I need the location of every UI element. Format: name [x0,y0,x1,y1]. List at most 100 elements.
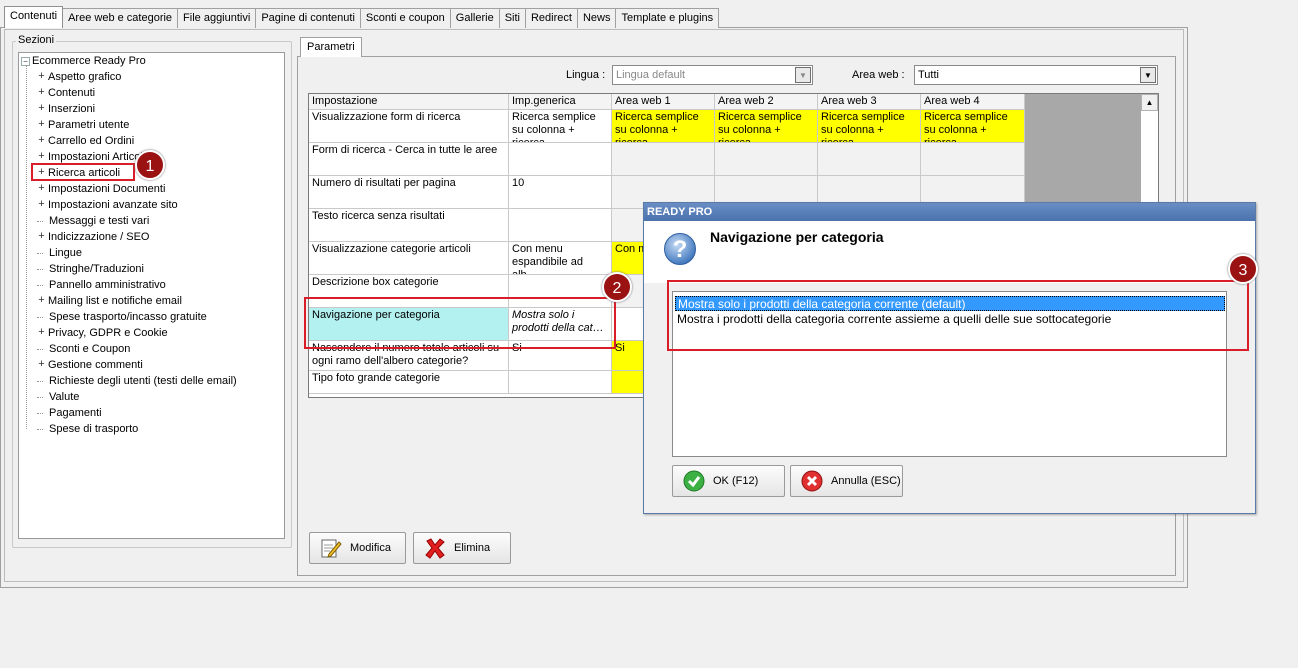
chevron-down-icon[interactable]: ▼ [1140,67,1156,83]
tree-item-label: Aspetto grafico [48,71,122,83]
setting-value-cell[interactable] [818,143,921,176]
ok-label: OK (F12) [713,475,759,487]
expand-icon[interactable]: + [37,102,46,114]
tree-item-label: Impostazioni Documenti [48,183,166,195]
setting-value-cell[interactable] [509,209,612,242]
expand-icon[interactable]: + [37,326,46,338]
setting-value-cell[interactable] [612,143,715,176]
expand-icon[interactable]: + [37,118,46,130]
tree-item[interactable]: + Privacy, GDPR e Cookie [37,325,167,341]
area-web-label: Area web : [852,69,905,81]
setting-value-cell[interactable] [509,143,612,176]
area-web-value: Tutti [918,69,939,81]
setting-name-cell[interactable]: Numero di risultati per pagina [309,176,509,209]
tree-item[interactable]: + Aspetto grafico [37,69,121,85]
setting-name-cell[interactable]: Tipo foto grande categorie [309,371,509,394]
cancel-icon [801,470,823,492]
tree-root[interactable]: − Ecommerce Ready Pro [21,53,146,69]
lingua-select[interactable]: Lingua default ▼ [612,65,813,85]
tree-item[interactable]: + Gestione commenti [37,357,142,373]
tree-item[interactable]: + Parametri utente [37,117,129,133]
expand-icon[interactable]: + [37,230,46,242]
tree-connector [37,396,43,398]
chevron-down-icon[interactable]: ▼ [795,67,811,83]
tab-contenuti[interactable]: Contenuti [4,6,64,28]
cancel-button[interactable]: Annulla (ESC) [790,465,903,497]
column-header: Area web 3 [818,94,921,110]
setting-value-cell[interactable] [509,371,612,394]
tab-template-e-plugins[interactable]: Template e plugins [615,8,720,28]
tree-item-label: Indicizzazione / SEO [48,231,150,243]
tree-item-label: Sconti e Coupon [49,343,131,355]
expand-icon[interactable]: + [37,70,46,82]
expand-icon[interactable]: + [37,294,46,306]
tree-item-label: Spese di trasporto [49,423,139,435]
tree-item-label: Richieste degli utenti (testi delle emai… [49,375,237,387]
area-web-select[interactable]: Tutti ▼ [914,65,1158,85]
annotation-box-2 [304,297,616,349]
setting-value-cell[interactable]: Ricerca semplice su colonna + ricerca… [715,110,818,143]
tree-item-label: Messaggi e testi vari [49,215,150,227]
modifica-button[interactable]: Modifica [309,532,406,564]
tree-item[interactable]: + Impostazioni avanzate sito [37,197,178,213]
setting-value-cell[interactable]: Ricerca semplice su colonna + ricerca… [818,110,921,143]
sections-legend: Sezioni [16,34,57,46]
navigazione-dialog: READY PRO ? Navigazione per categoria Mo… [643,202,1256,514]
tree-item[interactable]: Spese di trasporto [37,421,138,437]
tree-item[interactable]: Spese trasporto/incasso gratuite [37,309,207,325]
setting-value-cell[interactable] [715,143,818,176]
tab-gallerie[interactable]: Gallerie [449,8,500,28]
tree-item[interactable]: Messaggi e testi vari [37,213,149,229]
tree-item[interactable]: Pannello amministrativo [37,277,166,293]
edit-icon [320,537,342,559]
tree-item[interactable]: Richieste degli utenti (testi delle emai… [37,373,237,389]
tab-sconti-e-coupon[interactable]: Sconti e coupon [359,8,451,28]
expand-icon[interactable]: + [37,358,46,370]
setting-name-cell[interactable]: Form di ricerca - Cerca in tutte le aree [309,143,509,176]
modifica-label: Modifica [350,542,391,554]
tree-connector [26,65,27,429]
sections-tree[interactable]: − Ecommerce Ready Pro + Aspetto grafico + Con… [18,52,285,539]
tree-item[interactable]: + Inserzioni [37,101,95,117]
scroll-up-arrow-icon[interactable]: ▲ [1141,94,1158,111]
tree-item[interactable]: + Contenuti [37,85,95,101]
tree-item[interactable]: Valute [37,389,79,405]
tab-pagine-di-contenuti[interactable]: Pagine di contenuti [255,8,361,28]
tree-item[interactable]: + Carrello ed Ordini [37,133,134,149]
setting-name-cell[interactable]: Visualizzazione categorie articoli [309,242,509,275]
setting-value-cell[interactable]: 10 [509,176,612,209]
tree-item-label: Lingue [49,247,83,259]
tree-item[interactable]: Pagamenti [37,405,102,421]
ok-button[interactable]: OK (F12) [672,465,785,497]
elimina-button[interactable]: Elimina [413,532,511,564]
tree-item[interactable]: Sconti e Coupon [37,341,130,357]
expand-icon[interactable]: + [37,198,46,210]
tree-item[interactable]: + Indicizzazione / SEO [37,229,150,245]
tab-redirect[interactable]: Redirect [524,8,578,28]
check-icon [683,470,705,492]
tab-parametri[interactable]: Parametri [300,37,362,57]
expand-icon[interactable]: + [37,182,46,194]
tab-aree-web-e-categorie[interactable]: Aree web e categorie [62,8,179,28]
expand-icon[interactable]: + [37,86,46,98]
column-header: Imp.generica [509,94,612,110]
tree-item[interactable]: Stringhe/Traduzioni [37,261,144,277]
expand-icon[interactable]: + [37,134,46,146]
tree-item-label: Parametri utente [48,119,130,131]
setting-value-cell[interactable]: Ricerca semplice su colonna + ricerca… [509,110,612,143]
setting-name-cell[interactable]: Testo ricerca senza risultati [309,209,509,242]
tree-item-label: Impostazioni avanzate sito [48,199,178,211]
tree-item[interactable]: + Impostazioni Documenti [37,181,165,197]
setting-name-cell[interactable]: Visualizzazione form di ricerca [309,110,509,143]
setting-value-cell[interactable]: Ricerca semplice su colonna + ricerca… [921,110,1025,143]
expand-icon[interactable]: + [37,150,46,162]
tree-item[interactable]: Lingue [37,245,82,261]
tab-news[interactable]: News [576,8,617,28]
setting-value-cell[interactable] [921,143,1025,176]
setting-value-cell[interactable]: Ricerca semplice su colonna + ricerca… [612,110,715,143]
tab-file-aggiuntivi[interactable]: File aggiuntivi [177,8,257,28]
column-header: Area web 2 [715,94,818,110]
tab-siti[interactable]: Siti [498,8,526,28]
tree-item[interactable]: + Mailing list e notifiche email [37,293,182,309]
setting-value-cell[interactable]: Con menu espandibile ad alb… [509,242,612,275]
